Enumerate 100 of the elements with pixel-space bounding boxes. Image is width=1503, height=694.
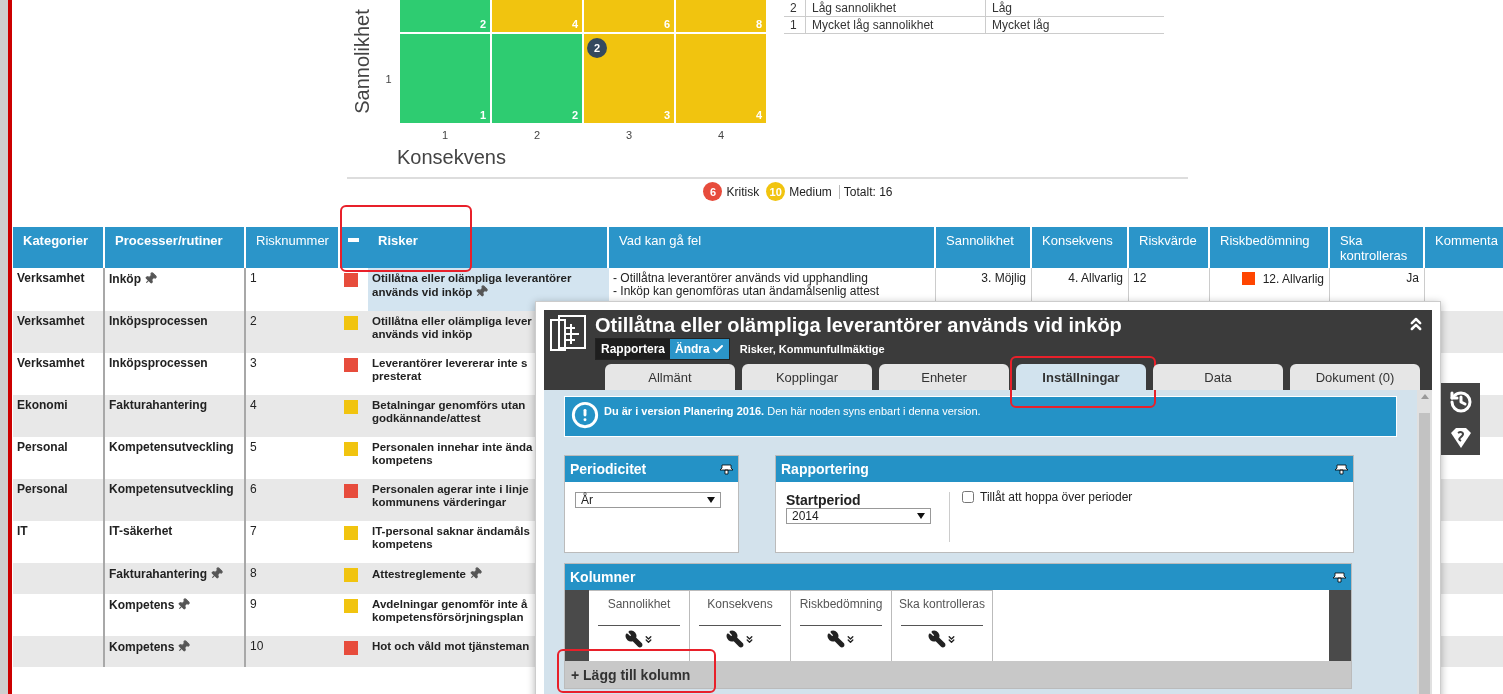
shield-icon[interactable] [1448,426,1473,449]
risk-number: 5 [250,440,257,454]
info-icon [571,401,599,429]
report-button[interactable]: Rapportera [596,339,670,359]
periodicity-select[interactable]: År [575,492,721,508]
tab[interactable]: Kopplingar [742,364,872,390]
cause-text: - Otillåtna leverantörer används vid upphandling - Inköp kan genomföras utan ändamålsenlig attest [613,271,880,298]
tab[interactable]: Data [1153,364,1283,390]
axis-tick: 1 [441,129,449,141]
start-period-select[interactable]: 2014 [786,508,931,524]
category-text: IT [17,524,28,538]
risk-number: 3 [250,356,257,370]
category-text: Personal [17,482,68,496]
probability-text: 3. Möjlig [981,271,1026,285]
side-rail [1329,590,1351,661]
cell-value: 4 [755,109,762,121]
cell-value: 2 [479,18,486,30]
caret-icon [707,497,715,503]
legend-short: Mycket låg [991,17,1051,33]
control-text: Ja [1406,271,1419,285]
risk-number: 2 [250,314,257,328]
count-badge: 6 [703,182,723,201]
axis-tick: 1 [385,72,392,85]
risk-number: 6 [250,482,257,496]
risk-value: 12 [1133,271,1147,285]
process-text: Kompetensutveckling [109,482,234,496]
axis-tick: 4 [717,129,725,141]
legend-name: Mycket låg sannolikhet [806,17,986,33]
process-text: Kompetensutveckling [109,440,234,454]
wrench-icon[interactable] [826,630,856,648]
cell-value: 1 [479,109,486,121]
side-rail [565,590,589,661]
cell-value: 4 [571,18,578,30]
axis-tick: 3 [625,129,633,141]
panel-title: Rapportering [781,461,869,477]
panel-title: Periodicitet [570,461,647,477]
axis-title: Konsekvens [397,146,506,169]
process-text: Inköp [109,272,141,286]
process-text: Fakturahantering [109,398,207,412]
cell-value: 3 [663,109,670,121]
consequence-text: 4. Allvarlig [1068,271,1123,285]
caret-icon [917,513,925,519]
history-icon[interactable] [1448,389,1473,414]
process-text: Inköpsprocessen [109,314,208,328]
category-text: Verksamhet [17,271,85,285]
category-text: Personal [17,440,68,454]
skip-checkbox[interactable] [962,491,974,503]
process-text: Kompetens [109,640,175,654]
category-text: Verksamhet [17,314,85,328]
legend-level: 2 [784,0,806,16]
panel-title: Kolumner [570,569,636,585]
risk-number: 8 [250,566,257,580]
process-text: Kompetens [109,598,175,612]
risk-cell[interactable]: Otillåtna eller olämpliga leverantörer används vid inköp [368,268,609,311]
risk-number: 4 [250,398,257,412]
wrench-icon[interactable] [725,630,755,648]
axis-tick: 2 [533,129,541,141]
legend-level: 1 [784,17,806,33]
cell-value: 6 [663,18,670,30]
scrollbar-thumb[interactable] [1419,413,1430,694]
check-icon [711,343,724,355]
cell-value: 2 [571,109,578,121]
risk-number: 7 [250,524,257,538]
info-text: Du är i version Planering 2016. Den här noden syns enbart i denna version. [604,404,981,417]
tab[interactable]: Dokument (0) [1290,364,1420,390]
column-name: Riskbedömning [799,597,883,611]
process-text: IT-säkerhet [109,524,173,538]
dialog-title: Otillåtna eller olämpliga leverantörer används vid inköp [595,314,1123,336]
add-column-button[interactable]: + Lägg till kolumn [569,666,693,683]
count-badge: 2 [587,38,607,58]
document-icon [549,314,589,354]
checkbox-label: Tillåt att hoppa över perioder [980,490,1133,504]
cell-value: 8 [755,18,762,30]
field-label: Startperiod [786,492,862,508]
risk-number: 1 [250,271,257,285]
wrench-icon[interactable] [624,630,654,648]
column-name: Konsekvens [707,597,773,611]
tab[interactable]: Inställningar [1016,364,1146,390]
column-name: Ska kontrolleras [898,597,985,611]
axis-title: Sannolikhet [350,9,374,114]
process-text: Fakturahantering [109,567,207,581]
legend-short: Låg [991,0,1014,16]
count-badge: 10 [766,182,786,201]
pin-icon[interactable] [1332,571,1347,583]
legend-name: Låg sannolikhet [806,0,986,16]
count-label: Kritisk [726,184,760,199]
assessment-text: 12. Allvarlig [1262,272,1324,286]
risk-number: 9 [250,597,257,611]
pin-icon[interactable] [719,463,734,475]
tab[interactable]: Enheter [879,364,1009,390]
total-count: Totalt: 16 [838,184,893,199]
category-text: Verksamhet [17,356,85,370]
breadcrumb: Risker, Kommunfullmäktige [739,343,885,355]
category-text: Ekonomi [17,398,68,412]
count-label: Medium [789,184,832,199]
tab[interactable]: Allmänt [605,364,735,390]
process-text: Inköpsprocessen [109,356,208,370]
pin-icon[interactable] [1334,463,1349,475]
column-name: Sannolikhet [607,597,671,611]
wrench-icon[interactable] [927,630,957,648]
